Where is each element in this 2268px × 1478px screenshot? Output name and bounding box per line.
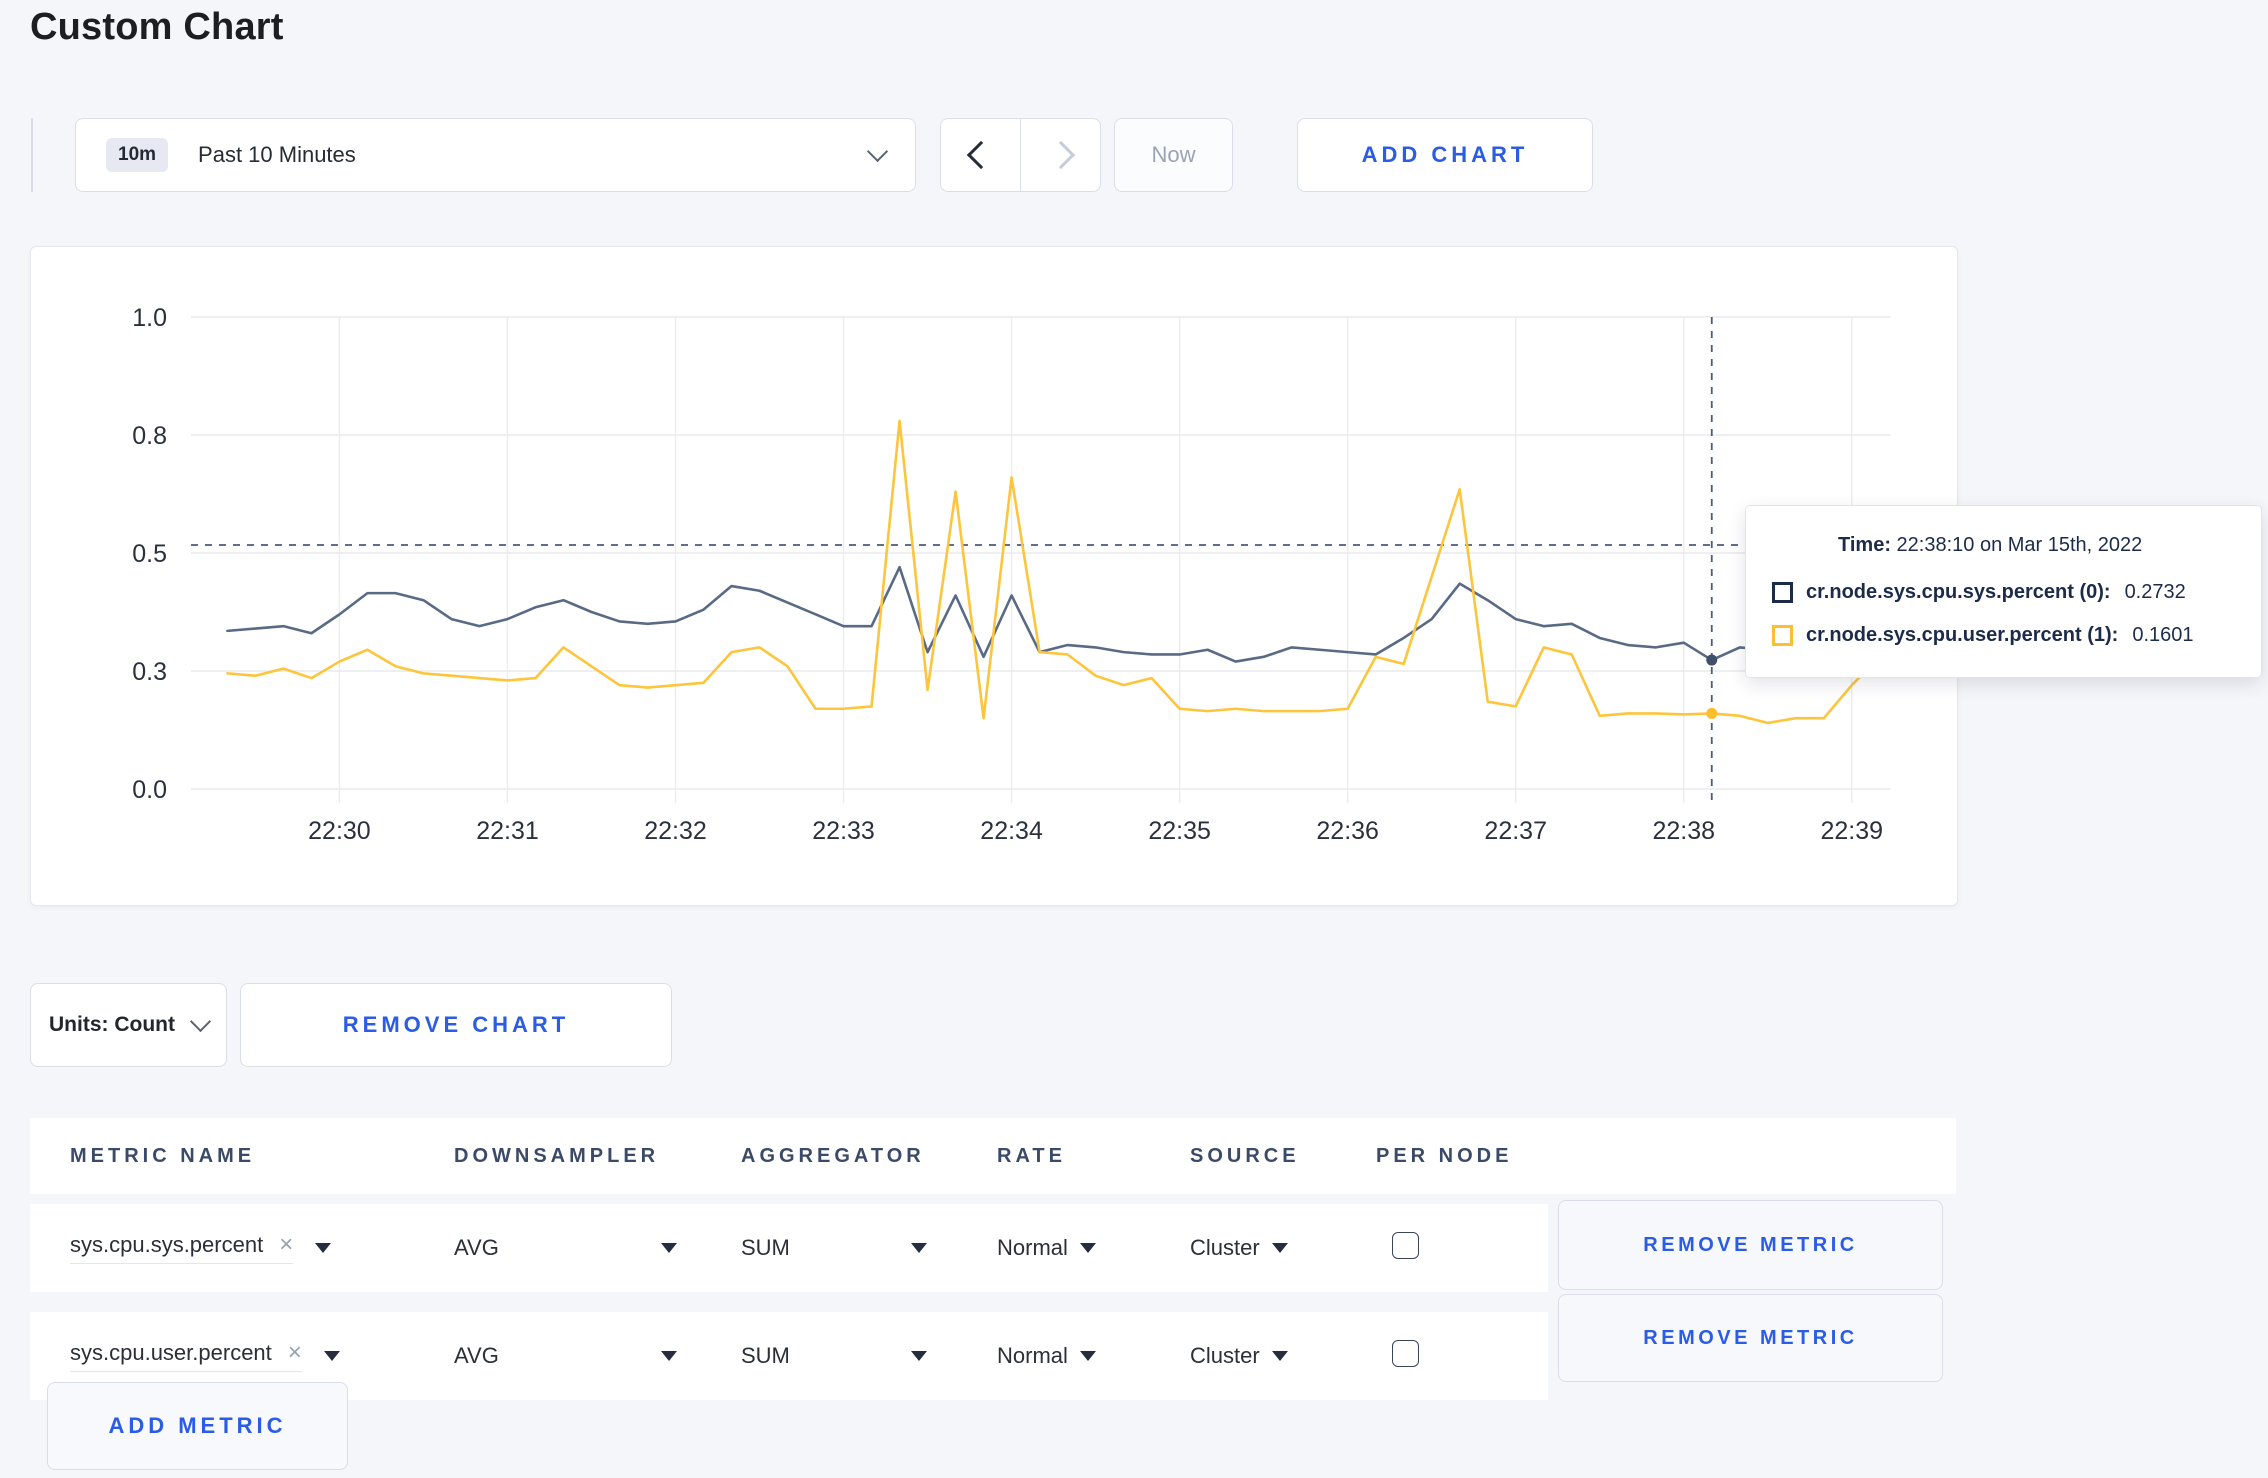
source-select[interactable]: Cluster [1190,1343,1376,1369]
remove-chart-button[interactable]: REMOVE CHART [240,983,672,1067]
chart-tooltip: Time: 22:38:10 on Mar 15th, 2022 cr.node… [1745,505,2262,678]
downsampler-select[interactable]: AVG [454,1235,741,1261]
svg-text:22:30: 22:30 [308,817,371,845]
metrics-table-header: METRIC NAME DOWNSAMPLER AGGREGATOR RATE … [30,1118,1956,1194]
per-node-checkbox[interactable] [1392,1232,1419,1259]
caret-down-icon [911,1351,927,1361]
table-row: sys.cpu.sys.percent × AVG SUM Normal Clu… [30,1204,1548,1292]
time-range-label: Past 10 Minutes [198,142,356,167]
aggregator-value: SUM [741,1235,790,1260]
svg-text:22:35: 22:35 [1148,817,1211,845]
tooltip-series-value: 0.2732 [2124,581,2186,603]
per-node-checkbox[interactable] [1392,1340,1419,1367]
svg-text:0.8: 0.8 [132,422,167,450]
caret-down-icon [1079,1351,1096,1361]
chevron-right-icon [1046,140,1075,170]
time-next-button[interactable] [1020,118,1101,192]
rate-select[interactable]: Normal [997,1343,1190,1369]
downsampler-value: AVG [454,1235,499,1260]
remove-metric-button[interactable]: REMOVE METRIC [1558,1200,1943,1290]
metric-name-value: sys.cpu.sys.percent [70,1232,264,1257]
remove-metric-button[interactable]: REMOVE METRIC [1558,1294,1943,1382]
now-button[interactable]: Now [1114,118,1233,192]
per-node-cell [1376,1340,1548,1372]
time-range-badge: 10m [106,138,169,172]
tooltip-time-label: Time: [1838,534,1891,556]
chevron-down-icon [866,140,889,163]
tooltip-time-value: 22:38:10 on Mar 15th, 2022 [1896,534,2143,556]
tooltip-series-row: cr.node.sys.cpu.sys.percent (0): 0.2732 [1772,581,2235,604]
svg-text:1.0: 1.0 [132,304,167,332]
svg-text:22:36: 22:36 [1316,817,1379,845]
svg-text:22:37: 22:37 [1484,817,1547,845]
source-select[interactable]: Cluster [1190,1235,1376,1261]
svg-text:22:38: 22:38 [1652,817,1715,845]
add-metric-button[interactable]: ADD METRIC [47,1382,348,1470]
metric-name-value: sys.cpu.user.percent [70,1340,272,1365]
tooltip-series-name: cr.node.sys.cpu.user.percent (1): [1806,624,2119,646]
tooltip-series-name: cr.node.sys.cpu.sys.percent (0): [1806,581,2111,603]
time-range-select[interactable]: 10m Past 10 Minutes [75,118,916,192]
rate-select[interactable]: Normal [997,1235,1190,1261]
per-node-cell [1376,1232,1548,1264]
time-prev-button[interactable] [940,118,1021,192]
chevron-down-icon [189,1010,212,1033]
source-value: Cluster [1190,1235,1260,1260]
metric-name-select[interactable]: sys.cpu.user.percent × [70,1340,454,1372]
chevron-left-icon [966,140,995,170]
caret-down-icon [323,1351,340,1361]
clear-icon[interactable]: × [279,1233,293,1257]
add-chart-button[interactable]: ADD CHART [1297,118,1593,192]
page-title: Custom Chart [30,6,284,48]
caret-down-icon [1079,1243,1096,1253]
caret-down-icon [315,1243,332,1253]
header-per-node: PER NODE [1376,1144,1513,1167]
aggregator-select[interactable]: SUM [741,1343,997,1369]
tooltip-series-value: 0.1601 [2132,624,2194,646]
units-select[interactable]: Units: Count [30,983,227,1067]
units-label: Units: Count [49,1013,175,1036]
header-aggregator: AGGREGATOR [741,1144,925,1167]
svg-text:22:39: 22:39 [1821,817,1884,845]
header-source: SOURCE [1190,1144,1300,1167]
metric-name-select[interactable]: sys.cpu.sys.percent × [70,1232,454,1264]
caret-down-icon [911,1243,927,1253]
source-value: Cluster [1190,1343,1260,1368]
header-metric-name: METRIC NAME [70,1144,256,1167]
caret-down-icon [1271,1351,1288,1361]
caret-down-icon [1271,1243,1288,1253]
tooltip-time: Time: 22:38:10 on Mar 15th, 2022 [1838,534,2235,557]
header-downsampler: DOWNSAMPLER [454,1144,660,1167]
svg-text:22:31: 22:31 [476,817,539,845]
series-sys-swatch-icon [1772,582,1793,603]
rate-value: Normal [997,1235,1068,1260]
chart-card: 0.0 0.3 0.5 0.8 1.0 22:30 22:31 22:32 22:33 22:34… [30,246,1958,906]
controls-divider [31,118,33,192]
caret-down-icon [661,1351,677,1361]
svg-text:0.0: 0.0 [132,776,167,804]
rate-value: Normal [997,1343,1068,1368]
aggregator-select[interactable]: SUM [741,1235,997,1261]
header-rate: RATE [997,1144,1066,1167]
svg-text:22:33: 22:33 [812,817,875,845]
downsampler-select[interactable]: AVG [454,1343,741,1369]
series-user-swatch-icon [1772,625,1793,646]
caret-down-icon [661,1243,677,1253]
aggregator-value: SUM [741,1343,790,1368]
downsampler-value: AVG [454,1343,499,1368]
tooltip-series-row: cr.node.sys.cpu.user.percent (1): 0.1601 [1772,624,2235,647]
svg-text:0.3: 0.3 [132,658,167,686]
clear-icon[interactable]: × [288,1341,302,1365]
svg-text:22:32: 22:32 [644,817,707,845]
line-chart[interactable]: 0.0 0.3 0.5 0.8 1.0 22:30 22:31 22:32 22:33 22:34… [31,247,1957,905]
svg-text:0.5: 0.5 [132,540,167,568]
svg-text:22:34: 22:34 [980,817,1043,845]
